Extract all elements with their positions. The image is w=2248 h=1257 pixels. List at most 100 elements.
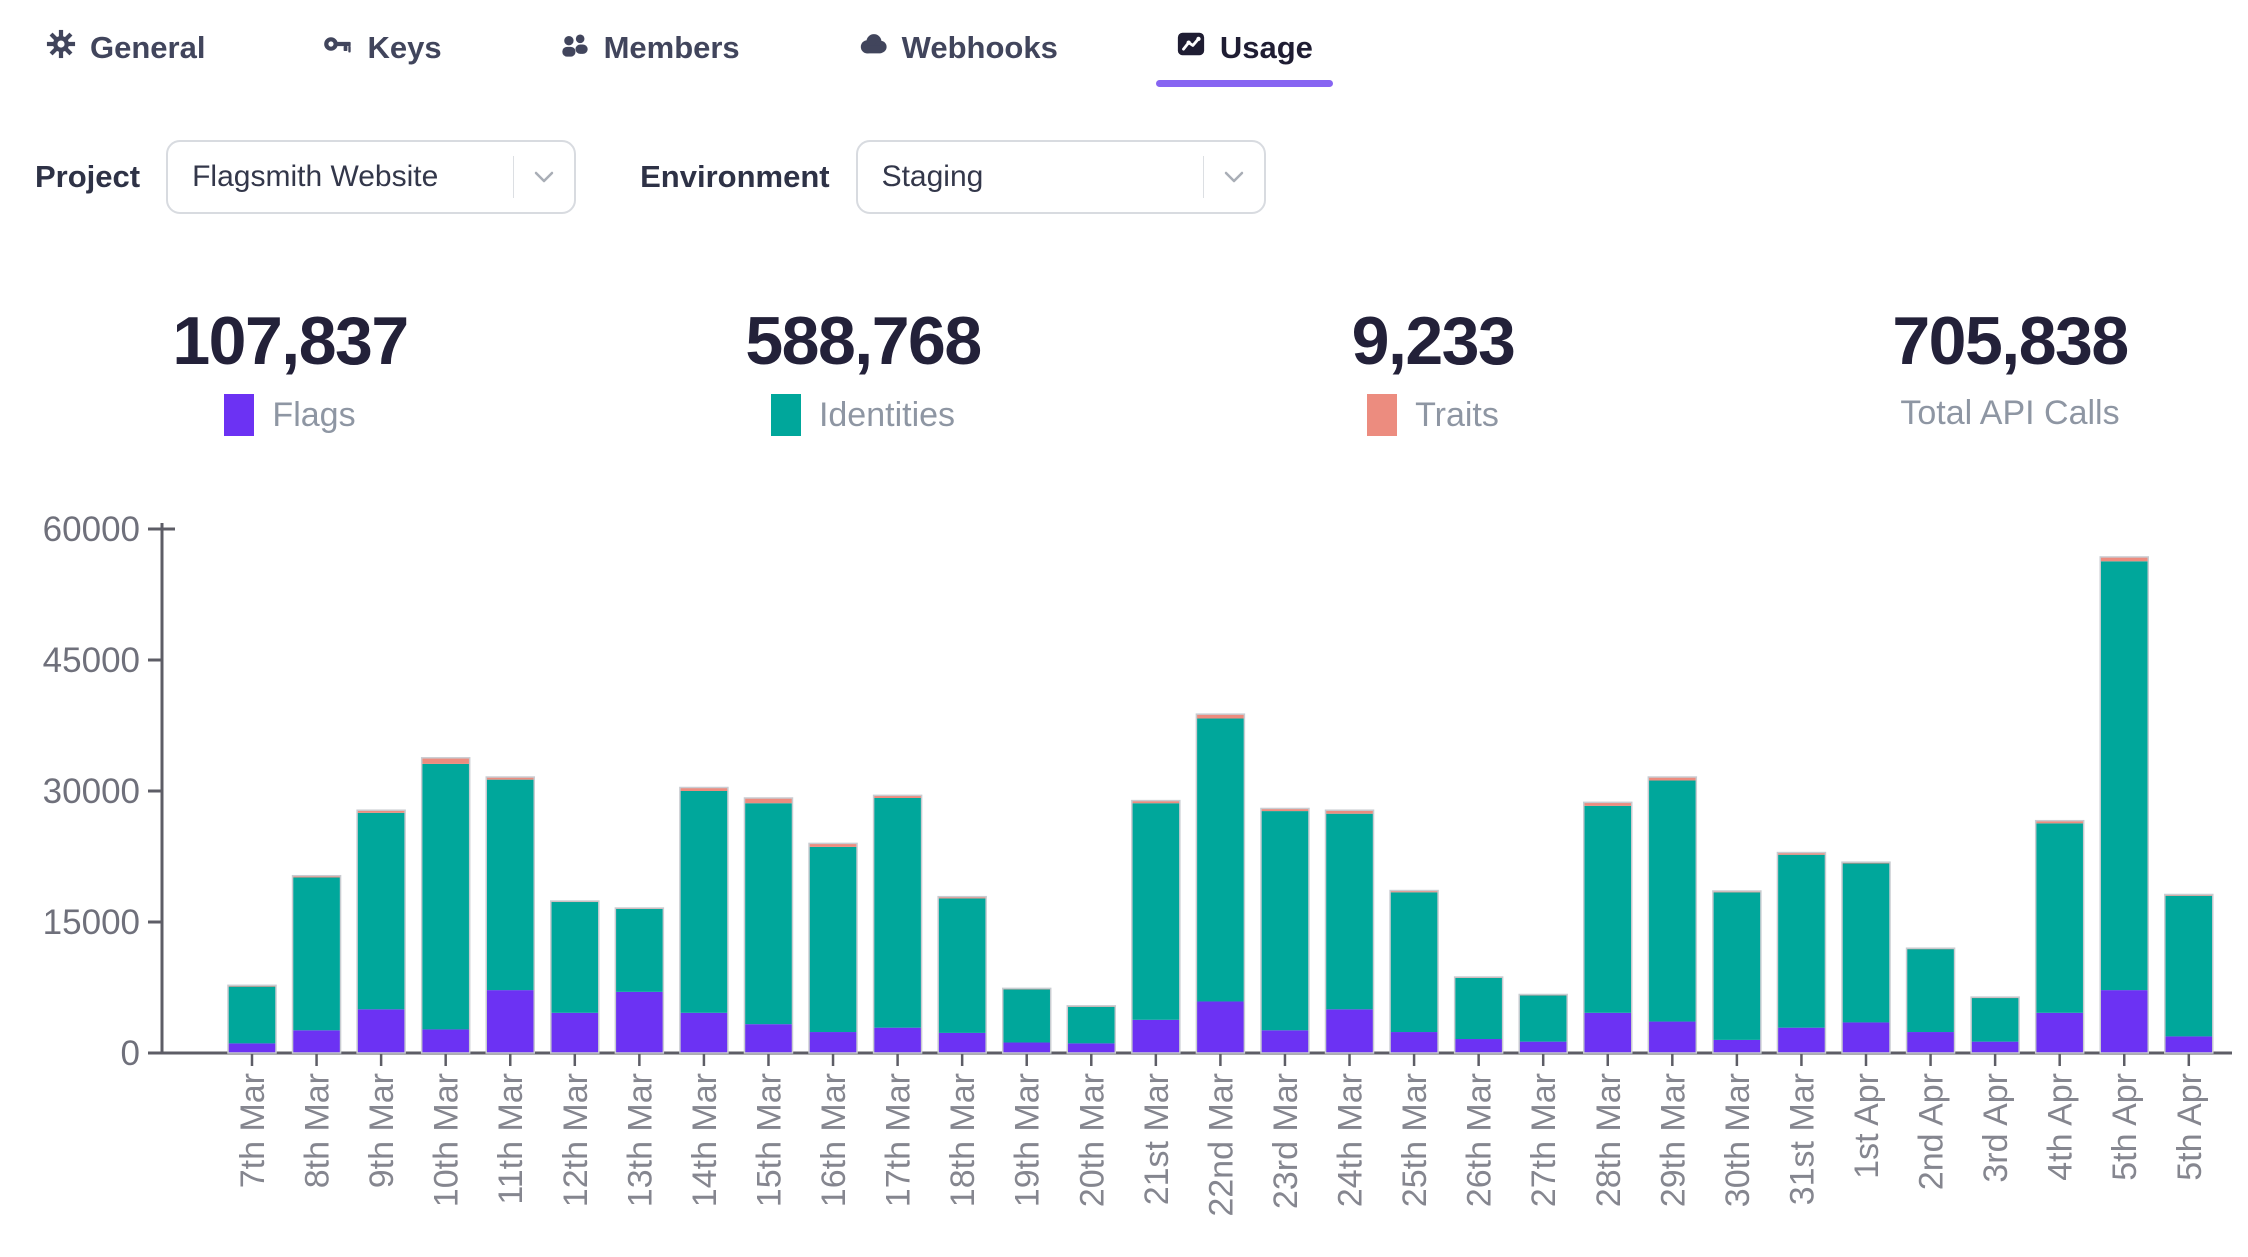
x-tick-label: 22nd Mar [1202,1073,1240,1217]
x-tick-label: 21st Mar [1138,1073,1176,1205]
bar-segment-flags [1584,1013,1632,1053]
bar-segment-identities [1713,892,1761,1040]
x-tick-label: 9th Mar [363,1073,401,1188]
y-tick-label: 15000 [43,903,140,942]
project-select[interactable]: Flagsmith Website [166,140,576,214]
bar-segment-identities [486,780,534,990]
bar-segment-identities [615,909,663,992]
bar-segment-identities [744,803,792,1024]
bar-segment-flags [1777,1028,1825,1053]
filters-row: Project Flagsmith Website Environment St… [35,140,1266,214]
tab-label: General [90,30,205,66]
bar-segment-traits [744,798,792,803]
key-icon [323,29,353,67]
x-tick-label: 17th Mar [880,1073,918,1207]
x-tick-label: 20th Mar [1073,1073,1111,1207]
y-tick-label: 30000 [43,772,140,811]
x-tick-label: 26th Mar [1461,1073,1499,1207]
bar-segment-flags [1907,1032,1955,1053]
tab-webhooks[interactable]: Webhooks [858,29,1058,67]
gear-icon [46,29,76,67]
tab-usage[interactable]: Usage [1176,29,1313,67]
bar-segment-identities [1519,995,1567,1041]
legend-total: Total API Calls [1760,394,2248,433]
bar-segment-flags [938,1033,986,1053]
tab-general[interactable]: General [46,29,205,67]
stat-value: 107,837 [40,302,540,380]
bar-segment-flags [680,1013,728,1053]
x-tick-label: 8th Mar [299,1073,337,1188]
identities-swatch [771,394,801,436]
x-tick-label: 3rd Apr [1977,1073,2015,1183]
tab-keys[interactable]: Keys [323,29,441,67]
x-tick-label: 1st Apr [1848,1073,1886,1179]
bar-segment-flags [1390,1032,1438,1053]
bar-segment-identities [228,987,276,1044]
bar-segment-flags [1648,1022,1696,1053]
bar-segment-flags [357,1009,405,1053]
x-tick-label: 30th Mar [1719,1073,1757,1207]
bar-segment-identities [1196,719,1244,1002]
traits-swatch [1367,394,1397,436]
bar-segment-flags [293,1030,341,1053]
legend-label: Traits [1415,396,1499,435]
bar-segment-identities [2165,896,2213,1037]
x-tick-label: 29th Mar [1654,1073,1692,1207]
bar-segment-flags [1326,1009,1374,1053]
x-tick-label: 24th Mar [1332,1073,1370,1207]
x-tick-label: 10th Mar [428,1073,466,1207]
y-tick-label: 60000 [43,510,140,549]
bar-segment-flags [1003,1043,1051,1053]
usage-page: General Keys Members Webhooks [0,0,2248,1252]
bar-segment-identities [1648,781,1696,1022]
bar-segment-identities [874,798,922,1028]
x-tick-label: 14th Mar [686,1073,724,1207]
bar-segment-identities [1907,949,1955,1032]
stat-value: 705,838 [1760,302,2248,380]
legend-flags: Flags [40,394,540,436]
bar-segment-flags [1132,1020,1180,1053]
bar-segment-identities [1842,863,1890,1022]
members-icon [560,29,590,67]
bar-segment-flags [1067,1043,1115,1053]
bar-segment-identities [938,898,986,1032]
stat-value: 9,233 [1183,302,1683,380]
environment-select[interactable]: Staging [856,140,1266,214]
bar-segment-traits [422,758,470,764]
legend-label: Flags [272,396,355,435]
bar-segment-flags [874,1028,922,1053]
chart-icon [1176,29,1206,67]
bar-segment-identities [422,764,470,1029]
x-tick-label: 19th Mar [1009,1073,1047,1207]
usage-chart-area: 0150003000045000600007th Mar8th Mar9th M… [0,480,2248,1252]
stat-value: 588,768 [613,302,1113,380]
x-tick-label: 15th Mar [750,1073,788,1207]
tab-label: Usage [1220,30,1313,66]
usage-chart: 0150003000045000600007th Mar8th Mar9th M… [0,480,2248,1252]
bar-segment-identities [1777,855,1825,1028]
environment-label: Environment [640,159,829,195]
x-tick-label: 4th Apr [2042,1073,2080,1181]
bar-segment-identities [680,791,728,1013]
x-tick-label: 5th Apr [2106,1073,2144,1181]
x-tick-label: 13th Mar [621,1073,659,1207]
chevron-down-icon [514,170,574,184]
x-tick-label: 5th Apr [2171,1073,2209,1181]
y-tick-label: 45000 [43,641,140,680]
bar-segment-flags [2165,1036,2213,1053]
x-tick-label: 25th Mar [1396,1073,1434,1207]
x-tick-label: 11th Mar [492,1073,530,1205]
tab-members[interactable]: Members [560,29,740,67]
bar-segment-flags [1261,1030,1309,1053]
bar-segment-flags [1196,1001,1244,1053]
bar-segment-identities [293,877,341,1030]
bar-segment-identities [357,813,405,1010]
legend-label: Identities [819,396,955,435]
legend-traits: Traits [1183,394,1683,436]
project-select-value: Flagsmith Website [168,160,513,194]
cloud-icon [858,29,888,67]
bar-segment-flags [744,1024,792,1053]
bar-segment-flags [486,990,534,1053]
bar-segment-identities [2036,823,2084,1013]
bar-segment-flags [2036,1013,2084,1053]
